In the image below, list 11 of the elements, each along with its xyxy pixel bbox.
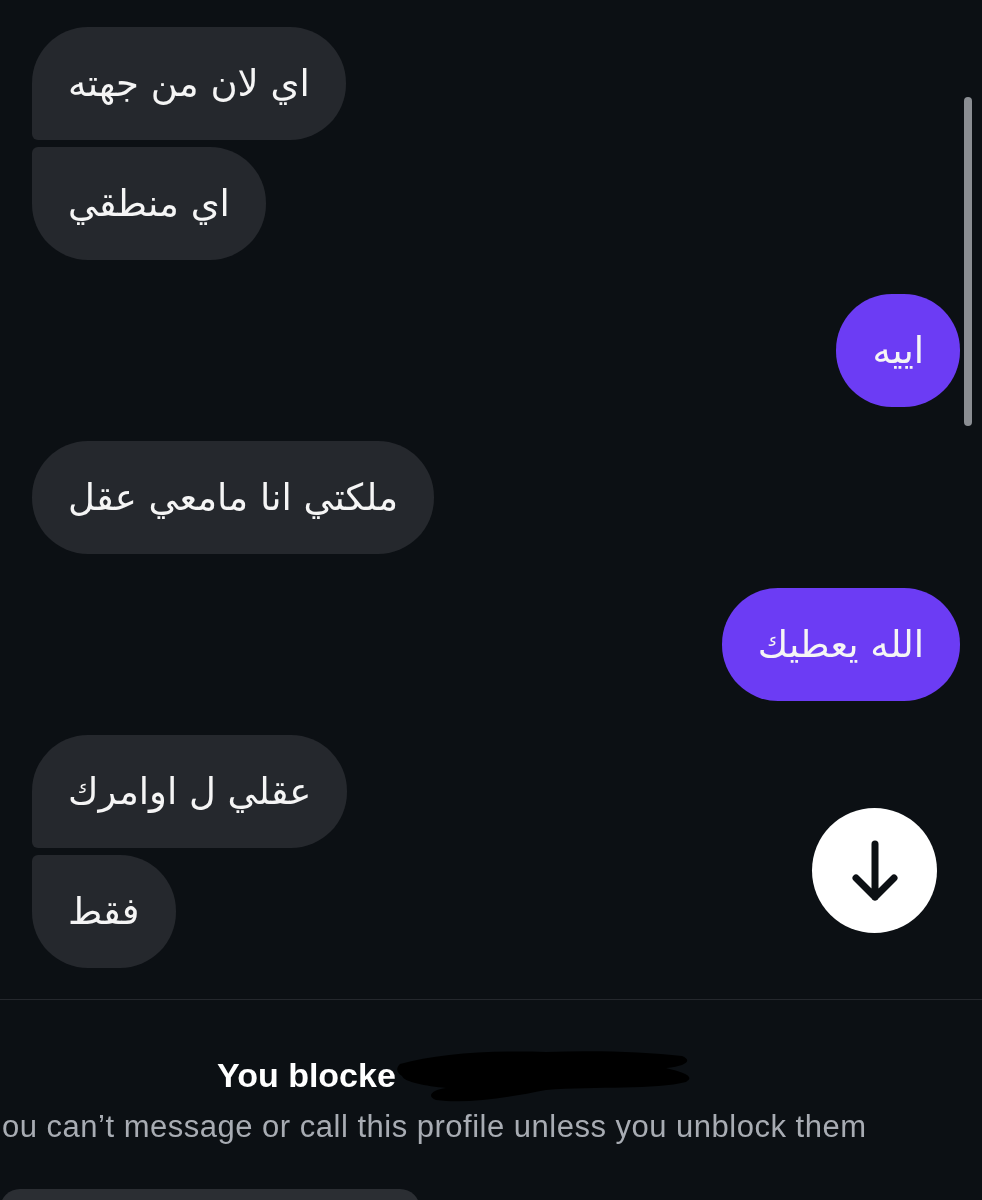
message-bubble: الله يعطيك bbox=[721, 588, 960, 701]
blocked-subtitle: ou can’t message or call this profile unless you unblock them bbox=[1, 1109, 868, 1145]
message-bubble: اي منطقي bbox=[32, 147, 266, 260]
arrow-down-icon bbox=[851, 839, 898, 902]
message-bubble: اييه bbox=[836, 294, 960, 407]
message-bubble: ملكتي انا مامعي عقل bbox=[32, 441, 435, 554]
blocked-title: You blocke bbox=[217, 1055, 396, 1095]
message-bubble: عقلي ل اوامرك bbox=[32, 735, 348, 848]
scrollbar-thumb[interactable] bbox=[964, 97, 972, 426]
message-bubble: اي لان من جهته bbox=[32, 27, 346, 140]
message-bubble: فقط bbox=[32, 855, 176, 968]
